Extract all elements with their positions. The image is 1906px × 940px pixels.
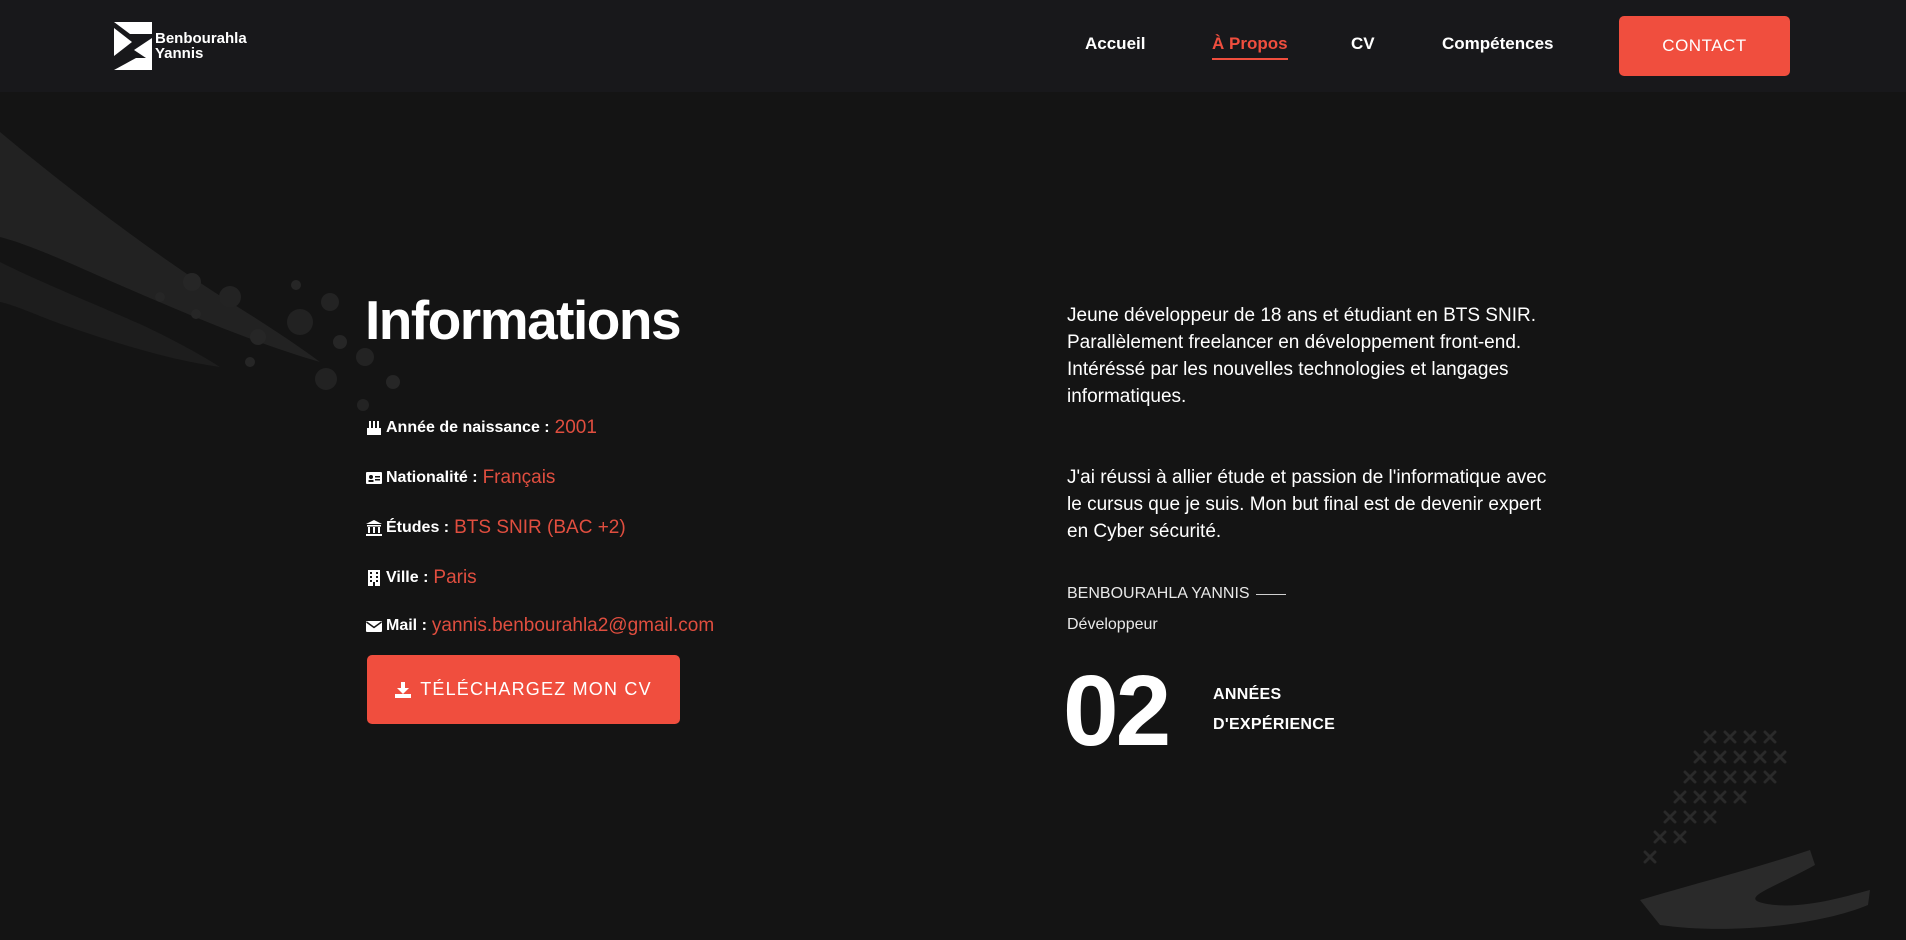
nav-item-a-propos[interactable]: À Propos xyxy=(1212,34,1288,60)
informations-title: Informations xyxy=(365,289,682,351)
info-value: Français xyxy=(482,467,556,488)
info-row-nationality: Nationalité : Français xyxy=(366,467,555,489)
brush-stroke-decoration xyxy=(0,132,400,411)
info-row-birth-year: Année de naissance : 2001 xyxy=(366,417,597,439)
logo-text: Benbourahla Yannis xyxy=(155,31,247,61)
site-logo[interactable]: Benbourahla Yannis xyxy=(114,22,247,70)
site-header: Benbourahla Yannis Accueil À Propos CV C… xyxy=(0,0,1906,92)
crosses-decoration xyxy=(1640,730,1870,929)
years-label-line-1: ANNÉES xyxy=(1213,686,1282,703)
info-value: BTS SNIR (BAC +2) xyxy=(454,517,626,538)
years-experience-number: 02 xyxy=(1063,655,1171,767)
download-icon xyxy=(395,681,412,698)
download-cv-label: TÉLÉCHARGEZ MON CV xyxy=(420,679,652,699)
info-value: Paris xyxy=(433,567,477,588)
id-card-icon xyxy=(366,470,382,486)
download-cv-button[interactable]: TÉLÉCHARGEZ MON CV xyxy=(367,655,680,724)
info-label: Année de naissance : xyxy=(386,419,550,436)
about-paragraph-1: Jeune développeur de 18 ans et étudiant … xyxy=(1067,305,1536,407)
info-row-studies: Études : BTS SNIR (BAC +2) xyxy=(366,517,626,539)
info-label: Mail : xyxy=(386,617,427,634)
years-label-line-2: D'EXPÉRIENCE xyxy=(1213,716,1336,733)
logo-line-1: Benbourahla xyxy=(155,30,247,47)
signature-line xyxy=(1255,593,1286,595)
signature-role: Développeur xyxy=(1067,616,1158,633)
info-label: Ville : xyxy=(386,569,429,586)
building-icon xyxy=(366,570,382,586)
nav-item-competences[interactable]: Compétences xyxy=(1442,34,1553,54)
nav-item-cv[interactable]: CV xyxy=(1351,34,1375,54)
info-row-mail: Mail : yannis.benbourahla2@gmail.com xyxy=(366,615,714,637)
info-label: Nationalité : xyxy=(386,469,478,486)
logo-line-2: Yannis xyxy=(155,45,204,62)
about-paragraph-2: J'ai réussi à allier étude et passion de… xyxy=(1067,467,1547,542)
university-icon xyxy=(366,520,382,536)
info-row-city: Ville : Paris xyxy=(366,567,477,589)
birthday-cake-icon xyxy=(366,420,382,436)
bz-monogram-logo-icon xyxy=(114,22,152,70)
info-label: Études : xyxy=(386,519,450,536)
contact-button[interactable]: CONTACT xyxy=(1619,16,1790,76)
envelope-icon xyxy=(366,618,382,634)
signature-name-text: BENBOURAHLA YANNIS xyxy=(1067,585,1250,602)
info-value: 2001 xyxy=(554,417,597,438)
nav-item-accueil[interactable]: Accueil xyxy=(1085,34,1145,54)
mail-link[interactable]: yannis.benbourahla2@gmail.com xyxy=(432,615,714,637)
signature-name: BENBOURAHLA YANNIS xyxy=(1067,585,1286,603)
